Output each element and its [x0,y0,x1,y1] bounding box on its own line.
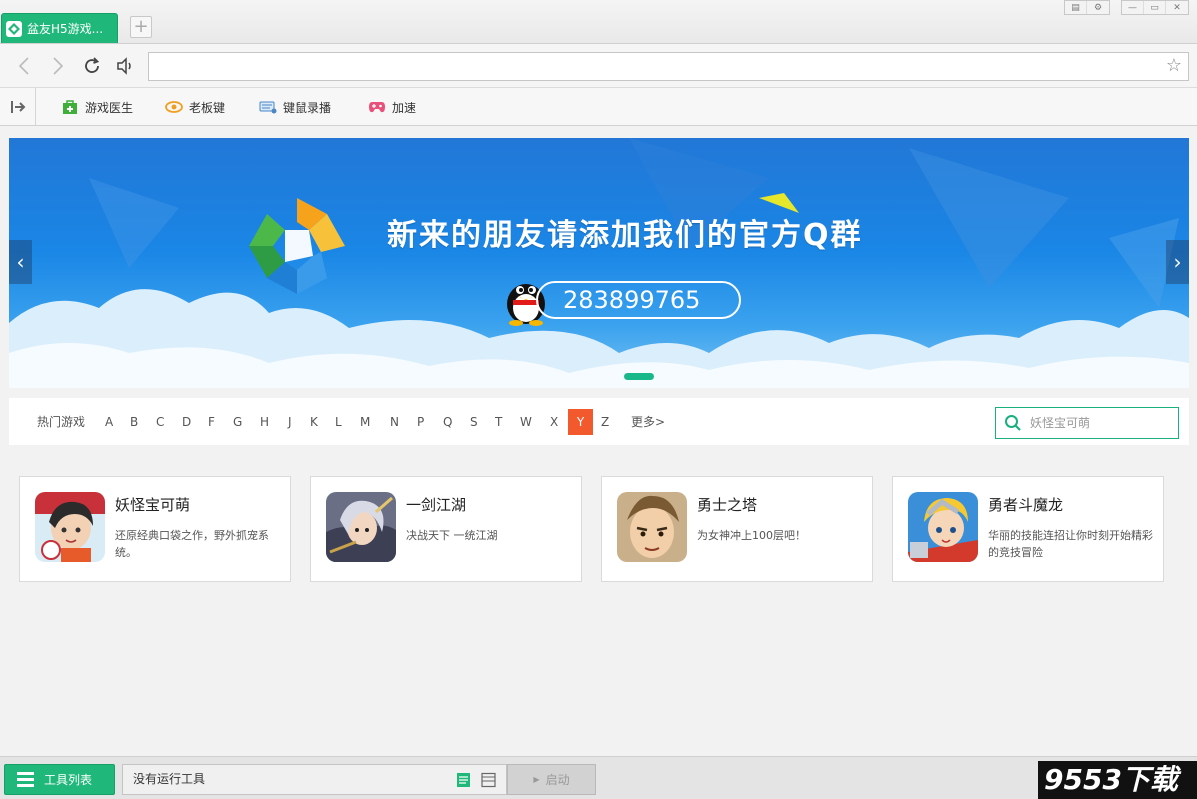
tab-active[interactable]: 盆友H5游戏... [1,13,118,43]
bookmark-star-icon[interactable]: ☆ [1166,56,1182,76]
minimize-icon[interactable]: — [1122,1,1144,14]
filter-letter[interactable]: M [360,414,370,430]
document-icon[interactable] [456,772,471,788]
keyboard-icon [259,99,277,115]
status-bar: 工具列表 没有运行工具 ▶ 启动 [0,756,1197,799]
filter-letter[interactable]: C [156,414,164,430]
skin-icon[interactable]: ▤ [1065,1,1087,14]
gamepad-icon [368,99,386,115]
medkit-icon [61,99,79,115]
letter-filter-bar: 热门游戏 A B C D F G H J K L M N P Q S T W X… [9,398,1189,445]
window-extra-controls: ▤ ⚙ [1064,0,1110,15]
new-tab-button[interactable]: + [130,16,152,38]
search-input[interactable] [1030,416,1170,430]
carousel-indicator[interactable] [624,373,654,380]
filter-letter[interactable]: N [390,414,399,430]
banner-prev-icon[interactable]: ‹ [9,240,32,284]
toolbar-item-key-mouse-record[interactable]: 键鼠录播 [259,98,331,116]
running-tools-field: 没有运行工具 [122,764,507,795]
address-bar[interactable]: ☆ [148,52,1189,81]
filter-letter[interactable]: K [310,414,318,430]
start-button[interactable]: ▶ 启动 [507,764,596,795]
site-watermark: 9553下载 [1038,761,1197,799]
filter-hot-games[interactable]: 热门游戏 [37,414,85,430]
close-icon[interactable]: ✕ [1166,1,1188,14]
game-name[interactable]: 勇者斗魔龙 [988,494,1063,515]
eye-icon [165,99,183,115]
search-icon[interactable] [996,414,1030,432]
tool-bar: 游戏医生 老板键 键鼠录播 加速 [0,88,1197,126]
list-icon [17,772,34,787]
game-thumbnail[interactable] [617,492,687,562]
game-description: 决战天下 一统江湖 [406,529,498,542]
game-description: 还原经典口袋之作，野外抓宠系统。 [115,529,269,559]
filter-letter[interactable]: D [182,414,191,430]
refresh-icon[interactable] [78,52,106,80]
sidebar-toggle-icon[interactable] [0,88,36,125]
game-name[interactable]: 勇士之塔 [697,494,757,515]
title-bar: 盆友H5游戏... + ▤ ⚙ — ▭ ✕ [0,0,1197,44]
running-tools-text: 没有运行工具 [133,772,206,786]
game-card[interactable]: 一剑江湖 决战天下 一统江湖 [310,476,582,582]
game-card[interactable]: 勇士之塔 为女神冲上100层吧！ [601,476,873,582]
game-description: 为女神冲上100层吧！ [697,529,806,542]
filter-more-link[interactable]: 更多> [631,414,665,430]
game-thumbnail[interactable] [326,492,396,562]
window-icon[interactable] [481,772,496,788]
filter-letter[interactable]: Z [601,414,609,430]
tool-list-button[interactable]: 工具列表 [4,764,115,795]
toolbar-item-boss-key[interactable]: 老板键 [165,98,225,116]
game-thumbnail[interactable] [908,492,978,562]
start-label: 启动 [545,773,570,787]
app-logo-icon [6,20,22,37]
back-arrow-icon[interactable] [10,52,38,80]
filter-letter[interactable]: B [130,414,138,430]
filter-letter[interactable]: W [520,414,532,430]
game-name[interactable]: 妖怪宝可萌 [115,494,190,515]
tool-list-label: 工具列表 [44,773,93,787]
filter-letter[interactable]: X [550,414,558,430]
brand-logo-icon [249,198,345,294]
game-description: 华丽的技能连招让你时刻开始精彩的竞技冒险 [988,529,1153,559]
window-controls: — ▭ ✕ [1121,0,1189,15]
maximize-icon[interactable]: ▭ [1144,1,1166,14]
settings-gear-icon[interactable]: ⚙ [1087,1,1109,14]
navigation-bar: ☆ [0,44,1197,88]
filter-letter[interactable]: T [495,414,502,430]
toolbar-item-label: 键鼠录播 [283,100,332,115]
filter-letter[interactable]: G [233,414,242,430]
banner-background-art [9,138,1189,388]
filter-letter[interactable]: A [105,414,113,430]
content-area: 新来的朋友请添加我们的官方Q群 283899765 ‹ › 热门游戏 A B C… [0,127,1197,756]
play-icon: ▶ [533,775,540,784]
toolbar-item-label: 老板键 [189,100,226,115]
filter-letter[interactable]: L [335,414,342,430]
filter-letter[interactable]: S [470,414,478,430]
tab-title: 盆友H5游戏... [27,22,104,36]
game-name[interactable]: 一剑江湖 [406,494,466,515]
filter-letter-active[interactable]: Y [568,409,593,435]
filter-letter[interactable]: F [208,414,215,430]
filter-letter[interactable]: P [417,414,424,430]
banner-title: 新来的朋友请添加我们的官方Q群 [387,218,863,253]
toolbar-item-speed-up[interactable]: 加速 [368,98,416,116]
game-search-box [995,407,1179,439]
toolbar-item-label: 加速 [392,100,417,115]
sound-icon[interactable] [111,52,139,80]
game-card[interactable]: 勇者斗魔龙 华丽的技能连招让你时刻开始精彩的竞技冒险 [892,476,1164,582]
banner-next-icon[interactable]: › [1166,240,1189,284]
forward-arrow-icon[interactable] [44,52,72,80]
game-thumbnail[interactable] [35,492,105,562]
toolbar-item-game-doctor[interactable]: 游戏医生 [61,98,133,116]
filter-letter[interactable]: Q [443,414,452,430]
qq-group-number: 283899765 [536,281,741,319]
toolbar-item-label: 游戏医生 [85,100,134,115]
promo-banner[interactable]: 新来的朋友请添加我们的官方Q群 283899765 ‹ › [9,138,1189,388]
filter-letter[interactable]: J [288,414,292,430]
game-card[interactable]: 妖怪宝可萌 还原经典口袋之作，野外抓宠系统。 [19,476,291,582]
filter-letter[interactable]: H [260,414,269,430]
